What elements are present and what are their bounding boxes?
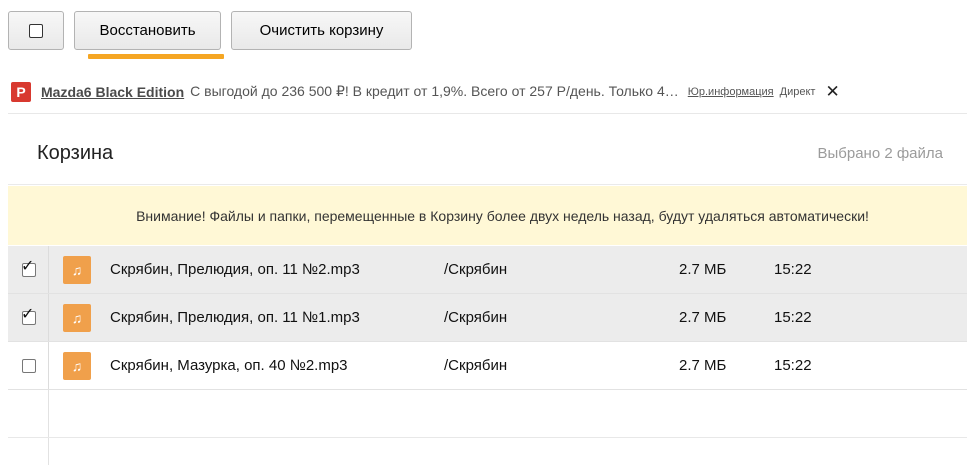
- row-divider: [48, 390, 49, 437]
- file-name: Скрябин, Прелюдия, оп. 11 №1.mp3: [110, 309, 360, 326]
- active-underline: [88, 54, 224, 59]
- row-checkbox[interactable]: ✓: [21, 306, 36, 325]
- music-note-icon: ♫: [63, 303, 91, 332]
- ad-logo-icon: P: [11, 81, 31, 102]
- file-row[interactable]: ✓ ♫ Скрябин, Прелюдия, оп. 11 №2.mp3 /Ск…: [8, 246, 967, 294]
- row-divider: [48, 342, 49, 389]
- empty-row: [8, 390, 967, 438]
- file-row[interactable]: ✓ ♫ Скрябин, Прелюдия, оп. 11 №1.mp3 /Ск…: [8, 294, 967, 342]
- file-size: 2.7 МБ: [679, 357, 727, 374]
- warning-text: Внимание! Файлы и папки, перемещенные в …: [136, 207, 869, 224]
- restore-button[interactable]: Восстановить: [74, 11, 224, 59]
- row-divider: [48, 294, 49, 341]
- file-size: 2.7 МБ: [679, 261, 727, 278]
- file-name: Скрябин, Мазурка, оп. 40 №2.mp3: [110, 357, 348, 374]
- file-time: 15:22: [774, 309, 812, 326]
- empty-row: [8, 438, 967, 465]
- row-checkbox[interactable]: [22, 358, 36, 373]
- row-checkbox[interactable]: ✓: [21, 258, 36, 277]
- file-path: /Скрябин: [444, 261, 508, 278]
- file-size: 2.7 МБ: [679, 309, 727, 326]
- select-all-button[interactable]: [8, 11, 64, 50]
- file-time: 15:22: [774, 357, 812, 374]
- restore-button-label: Восстановить: [99, 22, 196, 39]
- page-header: Корзина Выбрано 2 файла: [8, 123, 967, 185]
- file-path: /Скрябин: [444, 357, 508, 374]
- checkmark-icon: ✓: [21, 305, 35, 323]
- ad-legal-link[interactable]: Юр.информация: [688, 86, 774, 98]
- page-title: Корзина: [37, 142, 114, 164]
- ad-banner: P Mazda6 Black Edition С выгодой до 236 …: [8, 70, 967, 114]
- ad-direct-label[interactable]: Директ: [780, 86, 816, 98]
- checkbox-box: [22, 358, 36, 373]
- row-divider: [48, 438, 49, 465]
- file-list: ✓ ♫ Скрябин, Прелюдия, оп. 11 №2.mp3 /Ск…: [8, 246, 967, 465]
- file-row[interactable]: ♫ Скрябин, Мазурка, оп. 40 №2.mp3 /Скряб…: [8, 342, 967, 390]
- clear-trash-button-label: Очистить корзину: [259, 22, 384, 39]
- row-divider: [48, 246, 49, 293]
- checkmark-icon: ✓: [21, 257, 35, 275]
- ad-title-link[interactable]: Mazda6 Black Edition: [41, 84, 184, 100]
- music-note-icon: ♫: [63, 351, 91, 380]
- checkbox-icon: [29, 23, 43, 38]
- file-name: Скрябин, Прелюдия, оп. 11 №2.mp3: [110, 261, 360, 278]
- file-path: /Скрябин: [444, 309, 508, 326]
- music-note-icon: ♫: [63, 255, 91, 284]
- selected-count: Выбрано 2 файла: [817, 145, 943, 162]
- ad-text[interactable]: С выгодой до 236 500 ₽! В кредит от 1,9%…: [190, 83, 679, 100]
- toolbar: Восстановить Очистить корзину: [8, 11, 412, 59]
- file-time: 15:22: [774, 261, 812, 278]
- warning-banner: Внимание! Файлы и папки, перемещенные в …: [8, 186, 967, 245]
- clear-trash-button[interactable]: Очистить корзину: [231, 11, 412, 50]
- close-icon[interactable]: ✕: [825, 82, 839, 102]
